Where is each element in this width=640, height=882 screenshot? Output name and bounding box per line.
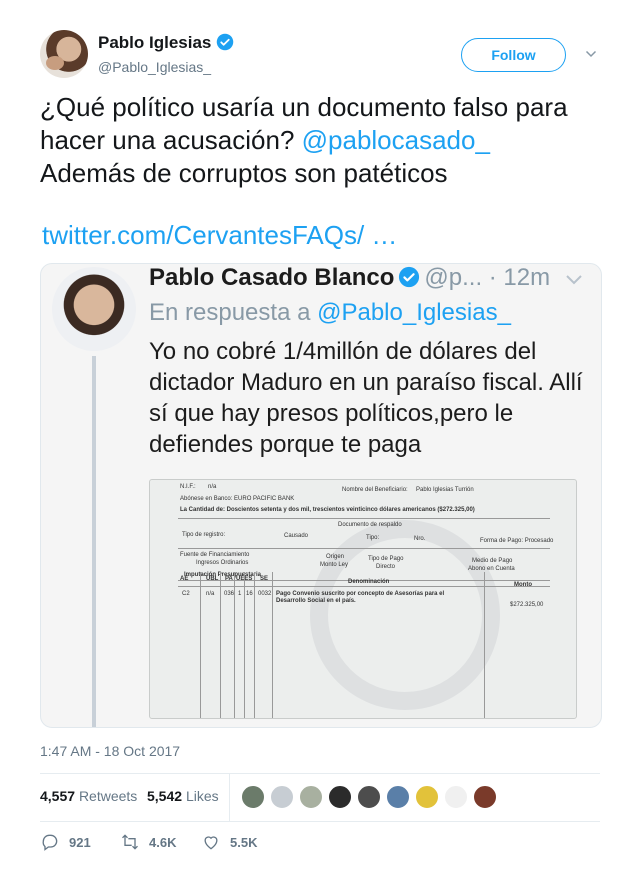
tweet-actions: 921 4.6K 5.5K (40, 832, 600, 854)
doc-row-uees: 1 (238, 591, 242, 597)
like-count: 5.5K (230, 834, 258, 850)
retweet-icon (122, 834, 138, 850)
embedded-reply-prefix: En respuesta a (149, 299, 318, 326)
liker-avatar[interactable] (415, 785, 439, 809)
doc-col-pa: PA (225, 576, 233, 582)
author-name[interactable]: Pablo Iglesias (98, 33, 234, 53)
liker-avatar[interactable] (473, 785, 497, 809)
author-avatar[interactable] (40, 30, 88, 78)
follow-button[interactable]: Follow (461, 38, 566, 72)
reply-icon (42, 834, 58, 851)
doc-row-uees2: 16 (246, 591, 253, 597)
embedded-thread-line (92, 356, 96, 727)
likes-label: Likes (185, 788, 219, 804)
doc-col-denominacion: Denominación (348, 579, 390, 585)
embedded-avatar (52, 267, 136, 351)
liker-avatar[interactable] (386, 785, 410, 809)
reply-count: 921 (69, 834, 91, 850)
liker-avatar[interactable] (241, 785, 265, 809)
author-name-text[interactable]: Pablo Iglesias (98, 33, 211, 52)
chevron-down-icon[interactable] (585, 48, 597, 60)
tweet-stats: 4,557 Retweets 5,542 Likes (40, 774, 600, 821)
verified-badge-icon (217, 33, 234, 51)
doc-origen: Origen (326, 554, 345, 560)
liker-avatar[interactable] (328, 785, 352, 809)
retweets-label: Retweets (78, 788, 138, 804)
doc-nif: N.I.F.: (180, 484, 196, 490)
doc-medio-pago: Medio de Pago (472, 558, 513, 564)
embedded-author-name: Pablo Casado Blanco @p... · 12m (149, 264, 583, 292)
doc-row-pa: 036 (224, 591, 235, 597)
doc-nif-val: n/a (208, 484, 217, 490)
embedded-meta: @p... · 12m (424, 264, 551, 291)
doc-row-ubl: n/a (206, 591, 215, 597)
doc-row-ae: C2 (182, 591, 190, 597)
author-handle[interactable]: @Pablo_Iglesias_ (98, 59, 211, 75)
doc-tipo-registro: Tipo de registro: (182, 532, 226, 538)
doc-ingresos: Ingresos Ordinarios (196, 560, 249, 566)
liker-avatar[interactable] (357, 785, 381, 809)
embedded-chevron-icon (566, 274, 582, 285)
embedded-name-text: Pablo Casado Blanco (149, 264, 395, 291)
doc-causado: Causado (284, 533, 309, 539)
tweet-url-link[interactable]: twitter.com/CervantesFAQs/ … (42, 220, 397, 251)
doc-col-se: SE (260, 576, 269, 582)
doc-fuente: Fuente de Financiamiento (180, 552, 250, 558)
doc-abonese: Abónese en Banco: EURO PACIFIC BANK (180, 496, 295, 502)
doc-nro: Nro. (414, 536, 426, 542)
stats-divider (229, 774, 230, 821)
doc-directo: Directo (376, 564, 396, 570)
embedded-reply-to: En respuesta a @Pablo_Iglesias_ (149, 299, 511, 327)
doc-monto-ley: Monto Ley (320, 562, 349, 568)
liker-avatar[interactable] (444, 785, 468, 809)
embedded-tweet-text: Yo no cobré 1/4millón de dólares del dic… (149, 338, 583, 458)
retweets-count: 4,557 (40, 788, 76, 804)
liker-avatar[interactable] (270, 785, 294, 809)
tweet-text: ¿Qué político usaría un documento falso … (40, 91, 610, 190)
like-action[interactable]: 5.5K (201, 832, 257, 852)
doc-forma-pago: Forma de Pago: Procesado (480, 538, 554, 544)
embedded-verified-icon (399, 266, 420, 288)
heart-icon (204, 836, 218, 850)
doc-beneficiario-label: Nombre del Beneficiario: (342, 487, 408, 493)
retweet-count: 4.6K (149, 834, 177, 850)
embedded-document: N.I.F.: n/a Nombre del Beneficiario: Pab… (149, 479, 577, 719)
doc-cantidad: La Cantidad de: Doscientos setenta y dos… (180, 507, 475, 513)
likes-stat[interactable]: 5,542 Likes (147, 788, 219, 804)
doc-col-ae: AE (180, 576, 189, 582)
doc-tipo-pago: Tipo de Pago (368, 556, 404, 562)
doc-beneficiario: Pablo Iglesias Turrión (416, 487, 474, 493)
doc-row-se: 0032 (258, 591, 272, 597)
doc-col-monto: Monto (514, 582, 532, 588)
reply-action[interactable]: 921 (40, 832, 91, 852)
tweet-text-part2: Además de corruptos son patéticos (40, 158, 448, 188)
tweet-media-image[interactable]: Pablo Casado Blanco @p... · 12m En respue… (40, 263, 602, 728)
embedded-reply-mention: @Pablo_Iglesias_ (317, 299, 511, 326)
doc-tipo: Tipo: (366, 535, 380, 541)
tweet-timestamp[interactable]: 1:47 AM - 18 Oct 2017 (40, 743, 180, 759)
tweet-mention-link[interactable]: @pablocasado_ (302, 125, 490, 155)
retweets-stat[interactable]: 4,557 Retweets (40, 788, 137, 804)
retweet-action[interactable]: 4.6K (120, 832, 176, 852)
doc-row-denominacion: Pago Convenio suscrito por concepto de A… (276, 591, 445, 604)
liker-avatar[interactable] (299, 785, 323, 809)
doc-col-ubl: UBL (206, 576, 219, 582)
doc-respaldo: Documento de respaldo (338, 522, 402, 528)
doc-abono: Abono en Cuenta (468, 566, 515, 572)
likes-count: 5,542 (147, 788, 183, 804)
tweet-header: Pablo Iglesias @Pablo_Iglesias_ Follow (40, 30, 602, 82)
divider (40, 821, 600, 822)
doc-row-monto: $272.325,00 (510, 602, 544, 608)
